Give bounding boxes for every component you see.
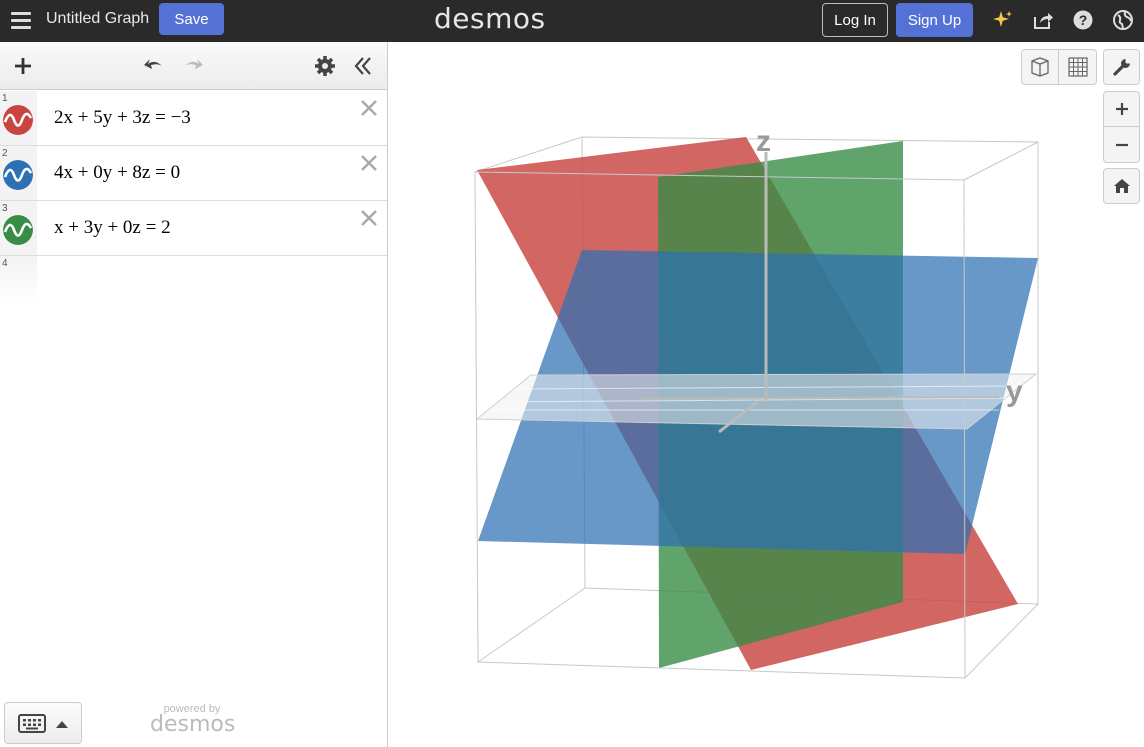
cube-icon (1031, 57, 1049, 77)
expression-panel: 1 2x + 5y + 3z = −3 2 4x + 0y + 8z = 0 3 (0, 42, 388, 747)
expression-number: 2 (2, 148, 8, 159)
close-icon[interactable] (358, 152, 380, 174)
z-axis-label: z (756, 125, 771, 158)
undo-icon[interactable] (142, 54, 166, 78)
expression-gutter: 4 (0, 256, 37, 306)
gear-icon[interactable] (313, 54, 337, 78)
zoom-controls (1103, 91, 1140, 163)
expression-row[interactable]: 1 2x + 5y + 3z = −3 (0, 91, 387, 146)
graph-style-icon[interactable] (3, 160, 33, 190)
close-icon[interactable] (358, 97, 380, 119)
expression-input[interactable]: x + 3y + 0z = 2 (54, 217, 171, 239)
y-axis-label: y (1006, 375, 1023, 408)
close-icon[interactable] (358, 207, 380, 229)
3d-box-view-button[interactable] (1022, 50, 1060, 84)
view-toggle (1021, 49, 1097, 85)
expression-row[interactable]: 2 4x + 0y + 8z = 0 (0, 146, 387, 201)
graph-canvas[interactable]: z y (389, 42, 1144, 747)
collapse-icon[interactable] (351, 54, 375, 78)
graph-style-icon[interactable] (3, 105, 33, 135)
grid-icon (1067, 57, 1088, 77)
empty-expression-row[interactable]: 4 (0, 256, 387, 306)
zoom-out-button[interactable] (1104, 127, 1139, 162)
signup-button[interactable]: Sign Up (896, 3, 973, 37)
expression-gutter: 1 (0, 91, 37, 145)
expression-number: 1 (2, 93, 8, 104)
login-button[interactable]: Log In (822, 3, 888, 37)
svg-text:?: ? (1079, 12, 1088, 28)
plus-icon[interactable] (11, 54, 35, 78)
settings-wrench-button[interactable] (1103, 49, 1140, 85)
home-icon (1113, 179, 1130, 193)
expression-toolbar (0, 42, 387, 90)
wrench-icon (1112, 59, 1130, 76)
zoom-in-button[interactable] (1104, 92, 1139, 127)
keyboard-toggle-button[interactable] (4, 702, 82, 744)
expression-input[interactable]: 2x + 5y + 3z = −3 (54, 107, 191, 129)
globe-icon[interactable] (1112, 9, 1134, 31)
keyboard-icon (18, 714, 46, 733)
powered-by-desmos[interactable]: powered by desmos (150, 703, 236, 737)
graph-style-icon[interactable] (3, 215, 33, 245)
share-icon[interactable] (1032, 9, 1054, 31)
help-icon[interactable]: ? (1072, 9, 1094, 31)
menu-icon[interactable] (11, 11, 31, 29)
sparkle-icon[interactable] (992, 9, 1014, 31)
minus-icon (1115, 143, 1128, 146)
grid-view-button[interactable] (1059, 50, 1096, 84)
desmos-logo: desmos (434, 2, 546, 35)
expression-input[interactable]: 4x + 0y + 8z = 0 (54, 162, 180, 184)
expression-gutter: 3 (0, 201, 37, 255)
top-bar: Untitled Graph Save desmos Log In Sign U… (0, 0, 1144, 42)
plus-icon (1115, 103, 1128, 115)
home-button[interactable] (1103, 168, 1140, 204)
expression-number: 4 (2, 258, 8, 269)
graph-title[interactable]: Untitled Graph (46, 10, 149, 28)
expression-number: 3 (2, 203, 8, 214)
expression-row[interactable]: 3 x + 3y + 0z = 2 (0, 201, 387, 256)
redo-icon[interactable] (181, 54, 205, 78)
expression-gutter: 2 (0, 146, 37, 200)
powered-by-logo: desmos (150, 712, 236, 737)
save-button[interactable]: Save (159, 3, 224, 35)
caret-up-icon (56, 721, 68, 728)
